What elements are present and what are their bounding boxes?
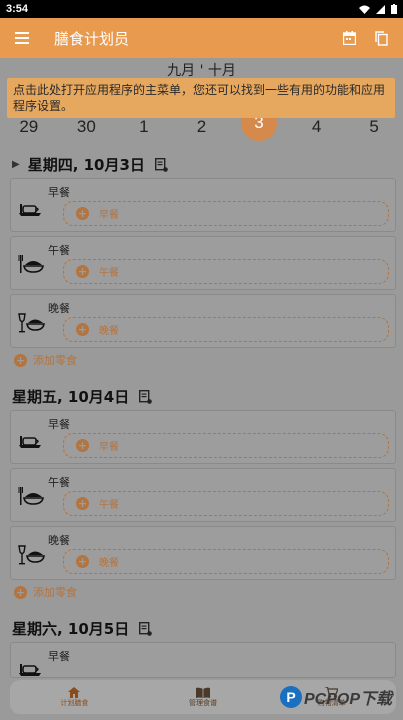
menu-icon [15, 32, 29, 44]
meal-card-lunch: 午餐 + 午餐 [10, 468, 396, 522]
plus-icon: + [76, 497, 89, 510]
watermark-text: PCPOP下载 [304, 691, 393, 708]
meal-card-breakfast: 早餐 [10, 642, 396, 678]
date-item[interactable]: 30 [68, 117, 104, 137]
day-header[interactable]: 星期五, 10月4日 [12, 386, 153, 407]
add-snack-label: 添加零食 [33, 354, 77, 367]
note-icon[interactable] [154, 157, 168, 172]
status-time: 3:54 [6, 3, 29, 15]
meal-label: 午餐 [48, 244, 70, 257]
add-snack-label: 添加零食 [33, 586, 77, 599]
dinner-icon [18, 313, 45, 333]
plus-icon: + [14, 353, 27, 367]
add-meal-slot[interactable]: + 午餐 [63, 491, 389, 516]
nav-label: 计划膳食 [60, 698, 89, 707]
menu-button[interactable] [0, 18, 44, 58]
add-meal-slot[interactable]: + 晚餐 [63, 549, 389, 574]
copy-button[interactable] [365, 18, 397, 58]
status-bar: 3:54 [0, 0, 403, 18]
add-snack-button[interactable]: + 添加零食 [14, 584, 77, 600]
expand-caret-icon[interactable]: ▶ [12, 159, 20, 170]
breakfast-icon [19, 436, 41, 448]
wifi-icon [359, 5, 370, 14]
plus-icon: + [76, 555, 89, 568]
menu-tooltip: 点击此处打开应用程序的主菜单，您还可以找到一些有用的功能和应用程序设置。 [7, 78, 395, 118]
date-item[interactable]: 4 [299, 117, 335, 137]
plus-icon: + [76, 265, 89, 278]
meal-label: 早餐 [48, 650, 70, 663]
slot-label: 午餐 [99, 500, 119, 511]
signal-icon [376, 4, 385, 14]
day-title: 星期六, 10月5日 [12, 620, 130, 638]
nav-manage-recipes[interactable]: 管理食谱 [189, 687, 217, 708]
add-meal-slot[interactable]: + 午餐 [63, 259, 389, 284]
plus-icon: + [76, 323, 89, 336]
watermark-logo: P PCPOP下载 [280, 685, 392, 709]
slot-label: 早餐 [99, 210, 119, 221]
app-bar: 膳食计划员 [0, 18, 403, 58]
meal-label: 晚餐 [48, 534, 70, 547]
plus-icon: + [14, 585, 27, 599]
meal-card-breakfast: 早餐 + 早餐 [10, 410, 396, 464]
lunch-icon [18, 255, 44, 273]
copy-icon [374, 30, 388, 46]
add-meal-slot[interactable]: + 晚餐 [63, 317, 389, 342]
status-icons [359, 4, 397, 14]
date-item[interactable]: 2 [183, 117, 219, 137]
meal-label: 早餐 [48, 186, 70, 199]
day-header[interactable]: 星期六, 10月5日 [12, 618, 153, 639]
breakfast-icon [19, 204, 41, 216]
meal-card-dinner: 晚餐 + 晚餐 [10, 294, 396, 348]
slot-label: 晚餐 [99, 326, 119, 337]
book-icon [195, 687, 210, 698]
breakfast-icon [19, 664, 41, 676]
pcpop-logo-icon: P [280, 686, 302, 708]
date-item[interactable]: 5 [356, 117, 392, 137]
meal-label: 午餐 [48, 476, 70, 489]
calendar-button[interactable] [333, 18, 365, 58]
note-icon[interactable] [139, 389, 153, 404]
add-meal-slot[interactable]: + 早餐 [63, 201, 389, 226]
dinner-icon [18, 545, 45, 565]
plus-icon: + [76, 439, 89, 452]
day-header[interactable]: ▶ 星期四, 10月3日 [12, 154, 168, 175]
meal-card-dinner: 晚餐 + 晚餐 [10, 526, 396, 580]
calendar-icon [342, 31, 356, 45]
app-title: 膳食计划员 [54, 29, 130, 48]
meal-label: 早餐 [48, 418, 70, 431]
date-item[interactable]: 29 [11, 117, 47, 137]
home-icon [68, 686, 81, 698]
meal-label: 晚餐 [48, 302, 70, 315]
day-title: 星期四, 10月3日 [27, 156, 145, 174]
month-header: 九月 ' 十月 [167, 63, 236, 79]
add-meal-slot[interactable]: + 早餐 [63, 433, 389, 458]
nav-label: 管理食谱 [188, 698, 217, 707]
battery-icon [391, 4, 397, 14]
day-title: 星期五, 10月4日 [12, 388, 130, 406]
slot-label: 晚餐 [99, 558, 119, 569]
date-item[interactable]: 1 [126, 117, 162, 137]
meal-card-lunch: 午餐 + 午餐 [10, 236, 396, 290]
nav-plan-meals[interactable]: 计划膳食 [60, 686, 89, 708]
lunch-icon [18, 487, 44, 505]
plus-icon: + [76, 207, 89, 220]
meal-card-breakfast: 早餐 + 早餐 [10, 178, 396, 232]
slot-label: 早餐 [99, 442, 119, 453]
note-icon[interactable] [139, 621, 153, 636]
add-snack-button[interactable]: + 添加零食 [14, 352, 77, 368]
slot-label: 午餐 [99, 268, 119, 279]
